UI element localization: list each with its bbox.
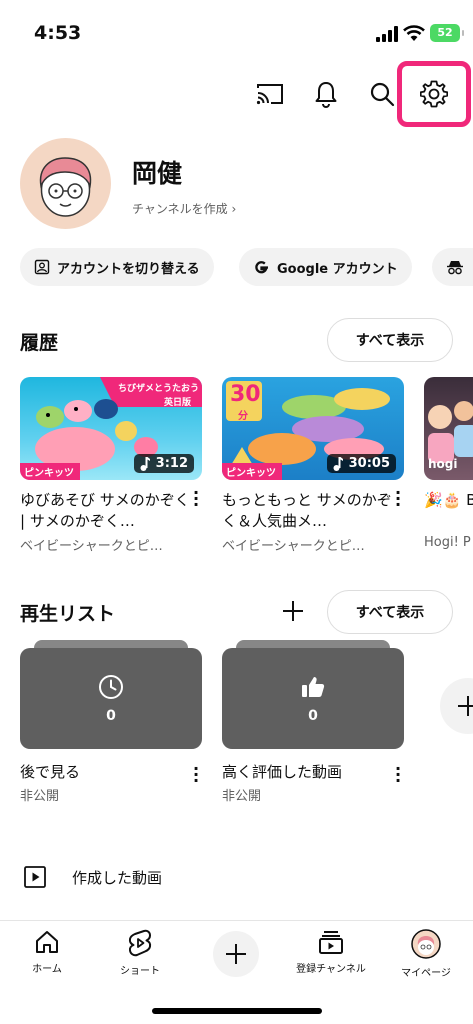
battery-icon: 52 [430, 24, 464, 42]
top-bar [0, 61, 473, 127]
created-videos-row[interactable]: 作成した動画 [24, 862, 162, 892]
create-channel-link[interactable]: チャンネルを作成 › [132, 200, 236, 217]
home-icon [36, 931, 58, 953]
playlist-title: 高く評価した動画 [222, 763, 343, 781]
channel-badge: hogi [428, 457, 458, 471]
status-time: 4:53 [34, 22, 82, 44]
plus-icon [458, 696, 473, 716]
nav-label: ホーム [32, 964, 62, 975]
chip-label: アカウントを切り替える [57, 261, 200, 277]
profile-header: 岡健 チャンネルを作成 › [20, 138, 460, 230]
history-video-card[interactable]: ちびザメとうたおう 英日版 ピンキッツ 3:12 ゆびあそび サメのかぞく | … [20, 377, 202, 554]
nav-create-button[interactable] [213, 931, 259, 977]
plus-icon [283, 601, 303, 621]
playlist-card-liked-videos[interactable]: 0 高く評価した動画 非公開 · · · [222, 640, 404, 804]
wifi-icon [403, 25, 425, 41]
channel-badge: ピンキッツ [24, 468, 74, 479]
history-video-card[interactable]: 30 分 ピンキッツ 30:05 もっともっと サメのかぞく＆人気曲メ… ベイビ… [222, 377, 404, 554]
profile-name: 岡健 [132, 159, 183, 188]
gear-icon [420, 80, 448, 108]
playlist-privacy: 非公開 [222, 789, 262, 804]
bell-icon[interactable] [306, 74, 346, 114]
switch-account-chip[interactable]: アカウントを切り替える [20, 248, 214, 286]
nav-shorts[interactable]: ショート [100, 929, 180, 989]
subscriptions-icon [319, 931, 343, 954]
playlist-privacy: 非公開 [20, 789, 60, 804]
more-options-icon[interactable]: · · · [190, 485, 202, 513]
switch-account-icon [34, 259, 50, 275]
nav-label: ショート [120, 966, 160, 977]
account-chips: アカウントを切り替える Google アカウント [20, 248, 473, 286]
add-playlist-button[interactable] [440, 678, 473, 734]
thumb-caption: 分 [238, 411, 248, 422]
settings-button[interactable] [397, 61, 471, 127]
history-see-all-button[interactable]: すべて表示 [327, 318, 453, 362]
profile-avatar[interactable] [20, 138, 111, 229]
home-indicator [152, 1008, 322, 1014]
video-thumbnail[interactable]: 30 分 ピンキッツ 30:05 [222, 377, 404, 480]
new-playlist-button[interactable] [278, 596, 308, 626]
music-note-icon [333, 456, 343, 471]
music-note-icon [140, 456, 150, 471]
history-video-card[interactable]: hogi 🎉🎂 Birthd Hogi! P [424, 377, 473, 550]
thumb-caption: 30 [230, 382, 261, 407]
status-bar: 4:53 52 [0, 0, 473, 60]
playlist-stack [236, 640, 390, 648]
video-title: もっともっと サメのかぞく＆人気曲メ… [222, 491, 392, 530]
video-title: 🎉🎂 Birthd [424, 491, 473, 509]
more-options-icon[interactable]: · · · [392, 761, 404, 789]
playlist-card-watch-later[interactable]: 0 後で見る 非公開 · · · [20, 640, 202, 804]
signal-icon [376, 26, 398, 42]
duration-text: 3:12 [155, 456, 188, 471]
video-channel: ベイビーシャークとピ… [222, 539, 365, 554]
play-box-icon [24, 866, 46, 888]
video-channel: ベイビーシャークとピ… [20, 539, 163, 554]
video-channel: Hogi! P [424, 535, 471, 550]
playlist-count: 0 [106, 707, 116, 724]
video-title: ゆびあそび サメのかぞく | サメのかぞく… [20, 491, 190, 530]
playlist-title: 後で見る [20, 763, 81, 781]
playlist-thumbnail[interactable]: 0 [222, 648, 404, 749]
nav-home[interactable]: ホーム [7, 929, 87, 989]
playlists-title: 再生リスト [20, 603, 116, 625]
nav-my-page[interactable]: マイページ [386, 929, 466, 989]
create-plus-icon [226, 944, 246, 964]
nav-label: マイページ [401, 968, 451, 979]
playlists-see-all-button[interactable]: すべて表示 [327, 590, 453, 634]
playlist-count: 0 [308, 707, 318, 724]
more-options-icon[interactable]: · · · [190, 761, 202, 789]
incognito-chip[interactable] [432, 248, 473, 286]
clock-icon [99, 674, 123, 699]
video-thumbnail[interactable]: hogi [424, 377, 473, 480]
shorts-icon [128, 929, 152, 957]
nav-subscriptions[interactable]: 登録チャンネル [291, 929, 371, 989]
incognito-icon [446, 259, 464, 275]
thumb-caption: ちびザメとうたおう [118, 384, 200, 394]
thumbs-up-icon [302, 676, 325, 697]
avatar-icon [411, 929, 441, 959]
cast-icon[interactable] [250, 74, 290, 114]
channel-badge: ピンキッツ [226, 468, 276, 479]
more-options-icon[interactable]: · · · [392, 485, 404, 513]
history-title: 履歴 [20, 332, 59, 354]
google-account-chip[interactable]: Google アカウント [239, 248, 412, 286]
duration-badge: 30:05 [326, 454, 396, 473]
thumb-caption: 英日版 [164, 398, 192, 408]
chip-label: Google アカウント [277, 261, 398, 277]
google-icon [253, 259, 270, 276]
search-icon[interactable] [362, 74, 402, 114]
nav-label: 登録チャンネル [296, 964, 366, 975]
playlist-stack [34, 640, 188, 648]
created-videos-label: 作成した動画 [72, 868, 163, 887]
duration-badge: 3:12 [133, 454, 194, 473]
playlist-thumbnail[interactable]: 0 [20, 648, 202, 749]
duration-text: 30:05 [348, 456, 390, 471]
video-thumbnail[interactable]: ちびザメとうたおう 英日版 ピンキッツ 3:12 [20, 377, 202, 480]
